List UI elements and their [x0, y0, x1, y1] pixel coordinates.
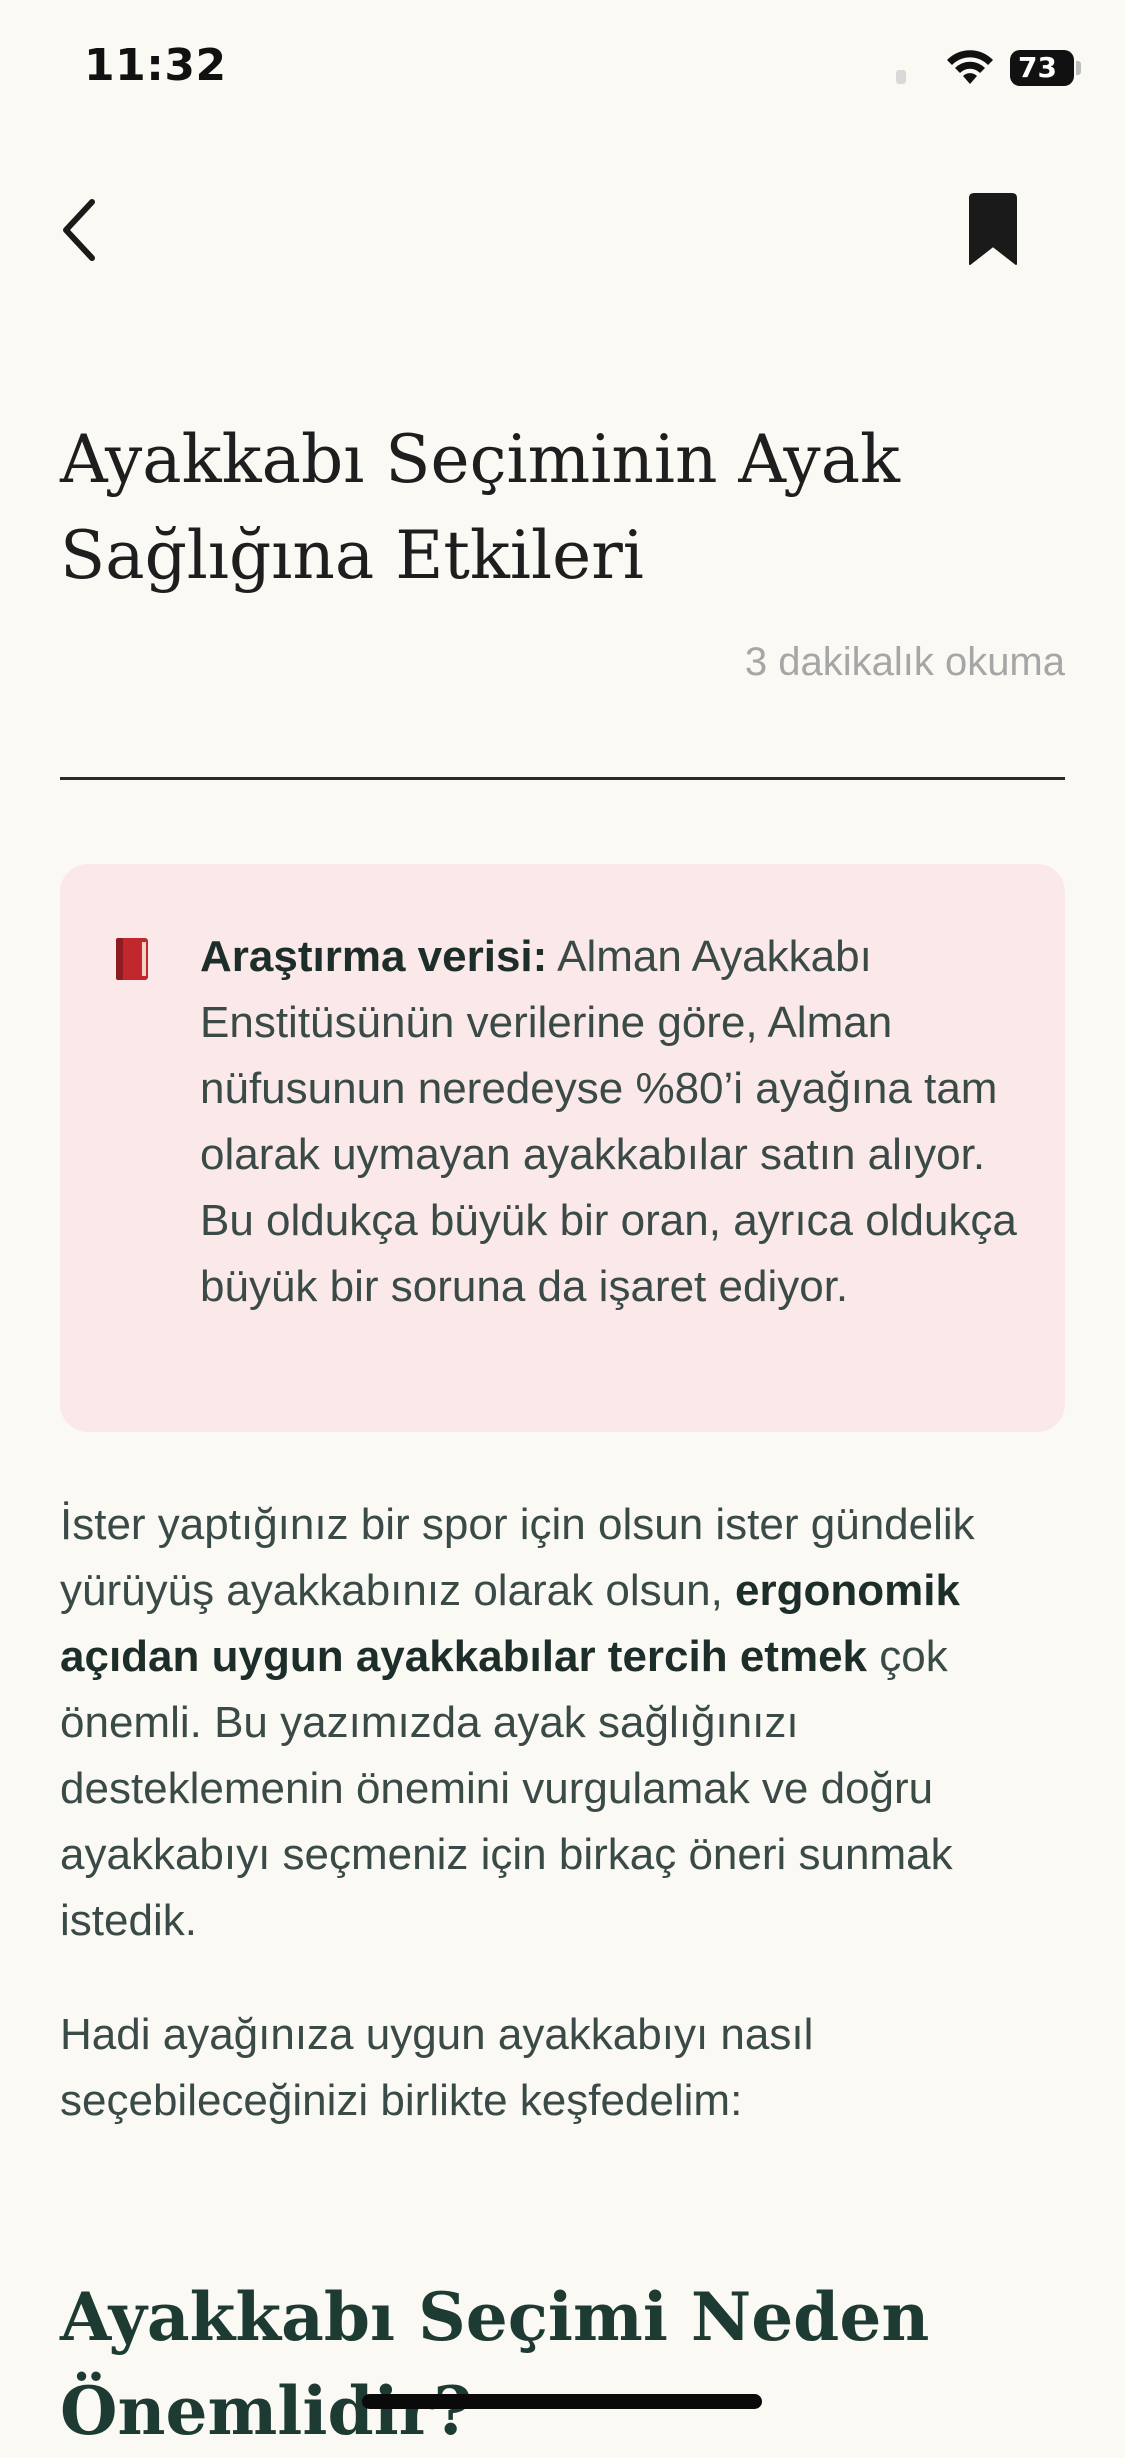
chevron-left-icon	[63, 199, 95, 261]
status-time: 11:32	[84, 40, 227, 91]
callout-label: Araştırma verisi:	[200, 932, 548, 981]
callout-text: Araştırma verisi: Alman Ayakkabı Enstitü…	[200, 924, 1040, 1320]
wifi-icon	[947, 50, 993, 84]
section-heading: Ayakkabı Seçimi Neden Önemlidir?	[60, 2278, 930, 2450]
intro-paragraph: İster yaptığınız bir spor için olsun ist…	[60, 1492, 1065, 1954]
home-indicator[interactable]	[362, 2394, 762, 2409]
bookmark-icon	[969, 193, 1017, 265]
second-paragraph: Hadi ayağınıza uygun ayakkabıyı nasıl se…	[60, 2010, 814, 2125]
read-time: 3 dakikalık okuma	[744, 640, 1065, 684]
cellular-signal-icon	[896, 70, 906, 84]
article-title: Ayakkabı Seçiminin Ayak Sağlığına Etkile…	[60, 421, 901, 594]
status-bar: 11:32 73	[0, 0, 1125, 130]
divider	[60, 777, 1065, 780]
back-button[interactable]	[56, 190, 116, 270]
battery-tip	[1076, 61, 1081, 75]
callout-body: Alman Ayakkabı Enstitüsünün verilerine g…	[200, 932, 1017, 1311]
battery-indicator: 73	[1010, 50, 1074, 86]
red-book-icon	[116, 938, 148, 980]
bookmark-button[interactable]	[962, 192, 1024, 268]
research-callout: Araştırma verisi: Alman Ayakkabı Enstitü…	[60, 864, 1065, 1432]
